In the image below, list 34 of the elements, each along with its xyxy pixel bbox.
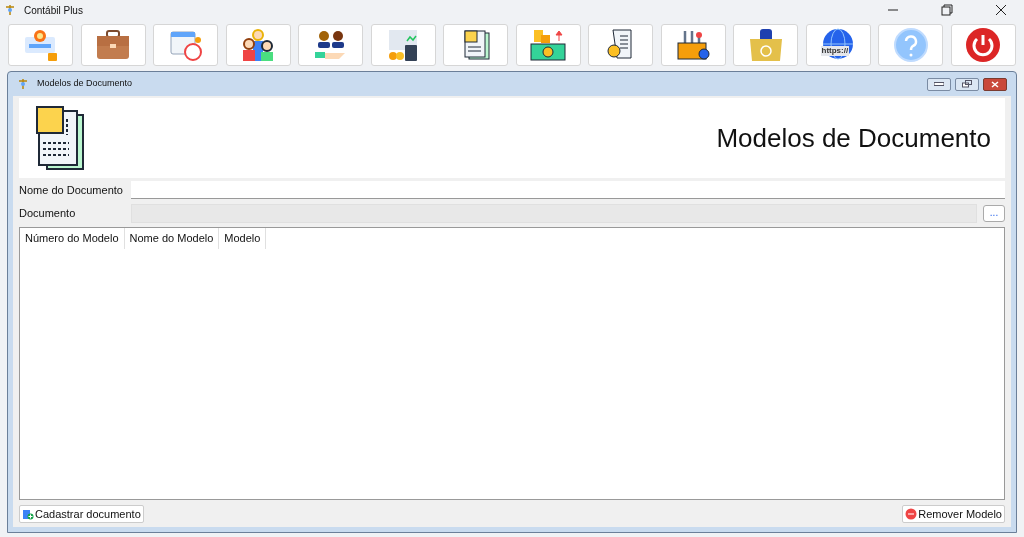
column-header[interactable]: Número do Modelo bbox=[20, 228, 125, 249]
text-field[interactable] bbox=[131, 181, 1005, 199]
restore-button[interactable] bbox=[955, 77, 979, 91]
column-header[interactable]: Nome do Modelo bbox=[124, 228, 220, 249]
minimize-button[interactable] bbox=[927, 77, 951, 91]
money-icon bbox=[528, 27, 568, 63]
field-label: Documento bbox=[19, 205, 77, 221]
toolbar-button[interactable] bbox=[225, 24, 291, 66]
close-button[interactable] bbox=[983, 77, 1007, 91]
clipboard-add-icon bbox=[22, 508, 34, 520]
power-icon bbox=[963, 27, 1003, 63]
toolbar-button[interactable] bbox=[733, 24, 798, 66]
close-icon bbox=[991, 80, 999, 88]
toolbar-button[interactable] bbox=[370, 24, 436, 66]
globe-label: https:// bbox=[820, 46, 850, 56]
add-document-button[interactable]: Cadastrar documento bbox=[19, 505, 144, 523]
window-title: Modelos de Documento bbox=[37, 77, 133, 91]
app-title: Contábil Plus bbox=[24, 3, 83, 18]
toolbar-button[interactable] bbox=[950, 24, 1016, 66]
toolbar-button[interactable]: https:// bbox=[805, 24, 871, 66]
document-icon bbox=[33, 105, 87, 171]
column-header[interactable]: Modelo bbox=[219, 228, 267, 249]
page-heading: Modelos de Documento bbox=[716, 121, 991, 155]
field-label: Nome do Documento bbox=[19, 182, 124, 198]
toolbar-button[interactable] bbox=[298, 24, 363, 66]
remove-icon bbox=[905, 508, 918, 520]
restore-icon bbox=[962, 80, 972, 88]
caduceus-icon bbox=[4, 4, 16, 16]
caduceus-icon bbox=[17, 78, 29, 90]
toolbar-button[interactable] bbox=[660, 24, 726, 66]
toolbar-button[interactable] bbox=[515, 24, 581, 66]
minimize-icon bbox=[934, 82, 944, 86]
remove-model-button[interactable]: Remover Modelo bbox=[902, 505, 1005, 523]
browse-button[interactable]: ... bbox=[983, 204, 1005, 222]
